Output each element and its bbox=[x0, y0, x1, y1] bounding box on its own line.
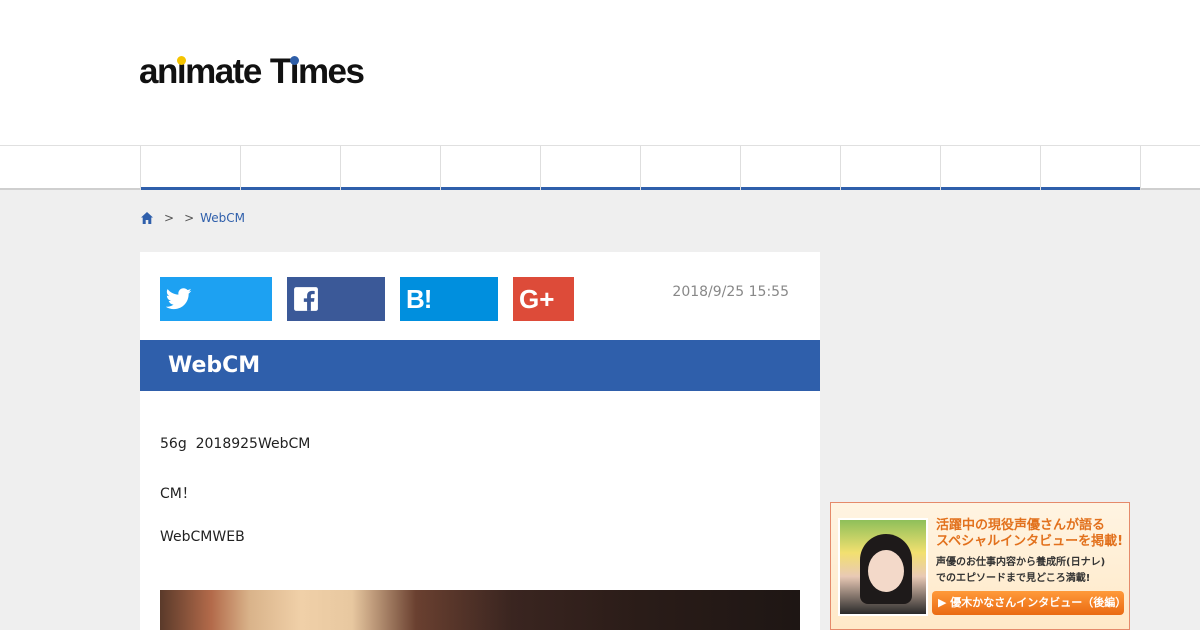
ad-photo-face bbox=[868, 550, 904, 592]
home-icon[interactable] bbox=[140, 211, 154, 225]
nav-item-4[interactable] bbox=[440, 146, 540, 190]
article-title: WebCM bbox=[140, 340, 820, 391]
nav-underline bbox=[841, 187, 940, 190]
twitter-icon bbox=[166, 288, 192, 310]
article-card: B! G+ 2018/9/25 15:55 WebCM 56g 2018925W… bbox=[140, 252, 820, 630]
nav-underline bbox=[341, 187, 440, 190]
logo-text-i: ı bbox=[176, 52, 187, 92]
nav-underline bbox=[541, 187, 640, 190]
sidebar-ad-banner[interactable]: 活躍中の現役声優さんが語る スペシャルインタビューを掲載! 声優のお仕事内容から… bbox=[830, 502, 1130, 630]
ad-subtext: 声優のお仕事内容から養成所(日ナレ) でのエピソードまで見どころ満載! bbox=[936, 555, 1105, 587]
ad-headline-line: スペシャルインタビューを掲載! bbox=[936, 534, 1124, 549]
article-paragraph: WebCMWEB bbox=[160, 529, 245, 545]
nav-underline bbox=[1041, 187, 1140, 190]
nav-underline bbox=[241, 187, 340, 190]
nav-item-8[interactable] bbox=[840, 146, 940, 190]
article-date: 2018/9/25 15:55 bbox=[672, 284, 789, 300]
site-header: an ı mate T ı mes bbox=[0, 0, 1200, 145]
google-plus-icon: G+ bbox=[519, 283, 555, 314]
nav-underline bbox=[741, 187, 840, 190]
nav-item-9[interactable] bbox=[940, 146, 1040, 190]
logo-text-an: an bbox=[139, 52, 178, 91]
site-logo[interactable]: an ı mate T ı mes bbox=[139, 52, 365, 92]
ad-interview-button[interactable]: ▶ 優木かなさんインタビュー（後編） bbox=[932, 591, 1124, 615]
hatena-bookmark-button[interactable]: B! bbox=[400, 277, 498, 321]
nav-item-6[interactable] bbox=[640, 146, 740, 190]
google-plus-share-button[interactable]: G+ bbox=[513, 277, 574, 321]
ad-headline-line: 活躍中の現役声優さんが語る bbox=[936, 518, 1106, 533]
nav-item-10[interactable] bbox=[1040, 146, 1140, 190]
logo-yellow-dot-icon bbox=[176, 56, 186, 65]
nav-underline bbox=[441, 187, 540, 190]
nav-underline bbox=[941, 187, 1040, 190]
logo-text-times-i: ı bbox=[289, 52, 300, 92]
nav-underline bbox=[141, 187, 240, 190]
breadcrumb: > > WebCM bbox=[140, 209, 245, 227]
article-video-thumbnail[interactable] bbox=[160, 590, 800, 630]
twitter-share-button[interactable] bbox=[160, 277, 272, 321]
ad-subtext-line: でのエピソードまで見どころ満載! bbox=[936, 573, 1091, 584]
ad-headline: 活躍中の現役声優さんが語る スペシャルインタビューを掲載! bbox=[936, 518, 1123, 550]
nav-item-1[interactable] bbox=[140, 146, 240, 190]
nav-item-3[interactable] bbox=[340, 146, 440, 190]
breadcrumb-current[interactable]: WebCM bbox=[200, 211, 245, 225]
logo-text-t: T bbox=[269, 52, 291, 91]
logo-text-mes: mes bbox=[297, 52, 365, 91]
article-paragraph: 56g 2018925WebCM bbox=[160, 436, 311, 452]
breadcrumb-separator: > bbox=[184, 211, 195, 225]
ad-subtext-line: 声優のお仕事内容から養成所(日ナレ) bbox=[936, 557, 1106, 568]
main-nav bbox=[0, 145, 1200, 190]
ad-photo bbox=[838, 518, 928, 616]
nav-underline bbox=[641, 187, 740, 190]
facebook-icon bbox=[294, 287, 318, 311]
breadcrumb-separator: > bbox=[164, 211, 175, 225]
hatena-icon: B! bbox=[406, 283, 432, 314]
article-paragraph: CM！ bbox=[160, 486, 196, 502]
logo-blue-dot-icon bbox=[289, 56, 299, 65]
nav-item-7[interactable] bbox=[740, 146, 840, 190]
nav-item-5[interactable] bbox=[540, 146, 640, 190]
logo-text-mate: mate bbox=[185, 52, 262, 91]
nav-item-11[interactable] bbox=[1140, 146, 1200, 190]
facebook-share-button[interactable] bbox=[287, 277, 385, 321]
nav-item-2[interactable] bbox=[240, 146, 340, 190]
